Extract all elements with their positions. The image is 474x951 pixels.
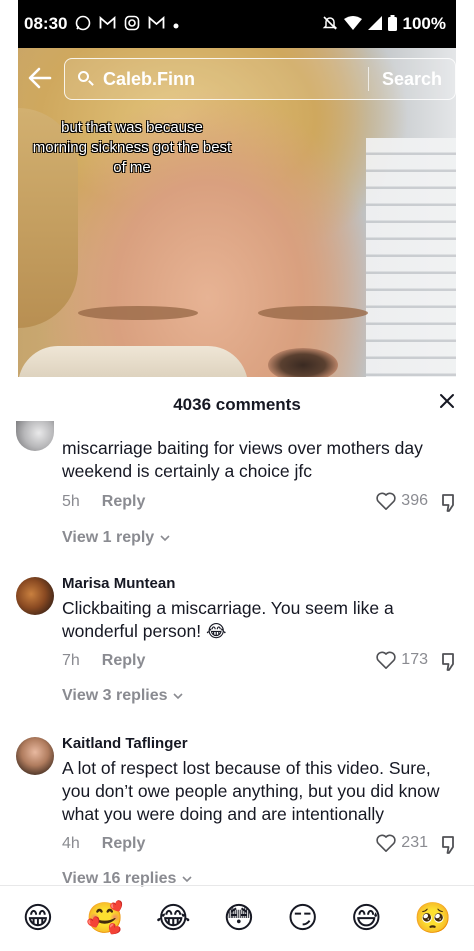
search-button[interactable]: Search [369, 59, 455, 99]
like-count: 173 [401, 651, 428, 668]
comment-time: 7h [62, 652, 80, 669]
emoji-button[interactable]: 🥺 [414, 903, 451, 934]
close-icon[interactable] [436, 391, 458, 413]
emoji-quick-bar: 😁 🥰 😂 😳 😏 😅 🥺 [0, 885, 474, 951]
reply-button[interactable]: Reply [102, 493, 146, 510]
avatar[interactable] [16, 421, 54, 451]
view-replies-label: View 1 reply [62, 529, 155, 546]
whatsapp-icon [75, 15, 91, 34]
view-replies-button[interactable]: View 3 replies [62, 687, 184, 705]
chevron-down-icon [173, 693, 183, 700]
battery-icon [387, 14, 397, 34]
video-frame-blinds [366, 138, 456, 377]
instagram-icon [124, 15, 140, 34]
comments-header: 4036 comments [0, 377, 474, 429]
emoji-button[interactable]: 😳 [223, 903, 254, 934]
search-input[interactable]: Caleb.Finn Search [64, 58, 456, 100]
comments-count: 4036 comments [173, 395, 301, 414]
comment-time: 4h [62, 835, 80, 852]
back-arrow-icon[interactable] [26, 64, 56, 94]
reply-button[interactable]: Reply [102, 835, 146, 852]
comment-text: miscarriage baiting for views over mothe… [62, 438, 423, 481]
like-button[interactable]: 231 [375, 833, 428, 853]
like-button[interactable]: 173 [375, 650, 428, 670]
heart-icon [376, 492, 396, 510]
video-frame-brow [258, 306, 368, 320]
avatar[interactable] [16, 577, 54, 615]
comment-author[interactable]: Kaitland Taflinger [62, 735, 188, 752]
comment-time: 5h [62, 493, 80, 510]
battery-percent: 100% [402, 14, 446, 33]
dislike-icon[interactable] [440, 835, 458, 855]
emoji-button[interactable]: 😏 [287, 903, 318, 934]
chevron-down-icon [160, 535, 170, 542]
avatar[interactable] [16, 737, 54, 775]
like-count: 231 [401, 834, 428, 851]
gmail-icon [148, 15, 165, 33]
chevron-down-icon [182, 876, 192, 883]
video-player[interactable]: Caleb.Finn Search but that was because m… [18, 48, 456, 377]
wifi-icon [343, 15, 362, 33]
view-replies-label: View 3 replies [62, 687, 168, 704]
notification-dot-icon [173, 17, 179, 32]
heart-icon [376, 834, 396, 852]
emoji-button[interactable]: 😂 [156, 903, 191, 934]
comment-meta: 4h Reply [62, 835, 145, 853]
video-frame-brow [78, 306, 198, 320]
video-caption: but that was because morning sickness go… [32, 119, 232, 176]
comment-author[interactable]: Marisa Muntean [62, 575, 175, 592]
emoji-button[interactable]: 🥰 [86, 903, 123, 934]
comment-meta: 7h Reply [62, 652, 145, 670]
comments-panel: 4036 comments miscarriage baiting for vi… [0, 377, 474, 951]
video-frame-eye [268, 348, 338, 377]
view-replies-button[interactable]: View 1 reply [62, 529, 171, 547]
comment-text: A lot of respect lost because of this vi… [62, 758, 440, 824]
emoji-button[interactable]: 😅 [351, 903, 382, 934]
like-button[interactable]: 396 [375, 491, 428, 511]
comment-meta: 5h Reply [62, 493, 145, 511]
mute-icon [322, 15, 338, 34]
comment-text: Clickbaiting a miscarriage. You seem lik… [62, 598, 394, 641]
reply-button[interactable]: Reply [102, 652, 146, 669]
search-query: Caleb.Finn [103, 68, 196, 89]
dislike-icon[interactable] [440, 493, 458, 513]
like-count: 396 [401, 492, 428, 509]
status-time: 08:30 [24, 14, 68, 33]
emoji-button[interactable]: 😁 [22, 903, 53, 934]
dislike-icon[interactable] [440, 652, 458, 672]
signal-icon [367, 15, 382, 33]
search-icon [77, 70, 95, 88]
video-frame-mask [18, 346, 248, 377]
status-bar: 08:30 100% [18, 0, 456, 48]
gmail-icon [99, 15, 116, 33]
heart-icon [376, 651, 396, 669]
